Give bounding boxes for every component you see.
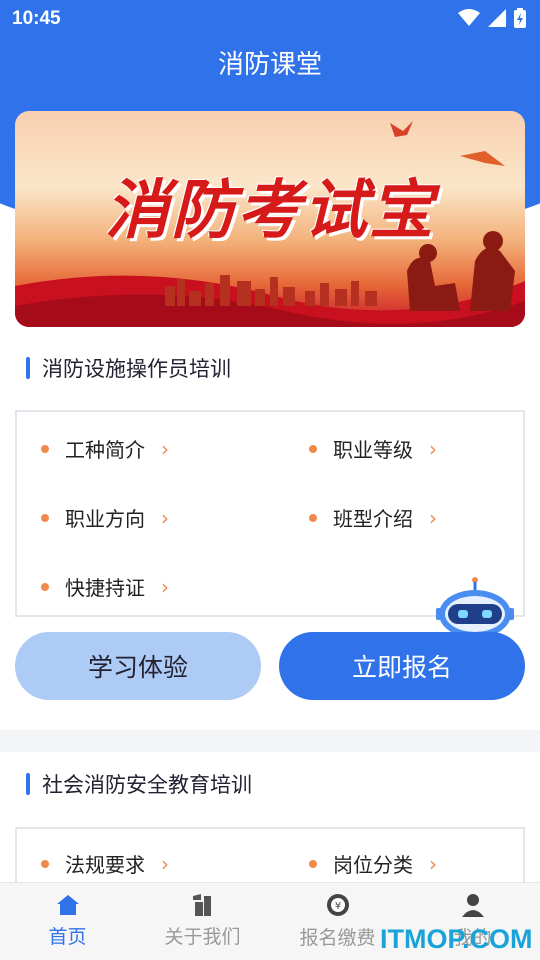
section-marker [26, 357, 30, 379]
status-icons [458, 8, 526, 28]
status-time: 10:45 [12, 8, 61, 29]
tab-about[interactable]: 关于我们 [135, 883, 270, 960]
page-title: 消防课堂 [217, 50, 322, 80]
tab-label: 关于我们 [164, 926, 241, 948]
list-item-class-types[interactable]: 班型介绍 › [309, 503, 437, 532]
chevron-right-icon: › [429, 505, 437, 530]
signup-now-button[interactable]: 立即报名 [279, 632, 525, 700]
list-item-career-direction[interactable]: 职业方向 › [41, 503, 169, 532]
watermark-logo: ITMOP.COM [380, 924, 533, 954]
section-marker [26, 773, 30, 795]
chevron-right-icon: › [429, 436, 437, 461]
chevron-right-icon: › [429, 851, 437, 876]
banner-image[interactable]: 消防考试宝 [15, 111, 525, 327]
chevron-right-icon: › [161, 505, 169, 530]
home-icon [56, 895, 79, 915]
bullet-dot [41, 513, 49, 522]
list-item-job-level[interactable]: 职业等级 › [309, 434, 437, 463]
item-label: 班型介绍 [333, 507, 413, 531]
section-title-text: 社会消防安全教育培训 [42, 773, 252, 797]
tab-home[interactable]: 首页 [0, 883, 135, 960]
bullet-dot [41, 444, 49, 453]
banner-title: 消防考试宝 [105, 173, 435, 248]
list-item-regulations[interactable]: 法规要求 › [41, 849, 169, 878]
section-title-operator-training: 消防设施操作员培训 [26, 354, 231, 382]
yuan-coin-icon: ¥ [326, 894, 349, 916]
building-icon [192, 894, 211, 916]
section-title-public-education: 社会消防安全教育培训 [26, 770, 252, 798]
tab-label: 报名缴费 [299, 927, 376, 949]
bullet-dot [41, 582, 49, 591]
bullet-dot [309, 444, 317, 453]
list-item-job-intro[interactable]: 工种简介 › [41, 434, 169, 463]
tab-label: 首页 [48, 926, 87, 948]
chevron-right-icon: › [161, 436, 169, 461]
item-label: 快捷持证 [65, 576, 145, 600]
bullet-dot [309, 859, 317, 868]
user-icon [461, 894, 484, 917]
wifi-icon [458, 9, 480, 26]
item-label: 工种简介 [65, 438, 145, 462]
svg-text:¥: ¥ [334, 901, 340, 912]
item-label: 职业等级 [333, 438, 413, 462]
app-root: 10:45 消防课堂 消防考试宝 消防设施操作员培训 工种简介 › 职业等级 ›… [0, 0, 540, 960]
item-label: 岗位分类 [333, 853, 413, 877]
bullet-dot [309, 513, 317, 522]
list-item-post-categories[interactable]: 岗位分类 › [309, 849, 437, 878]
bullet-dot [41, 859, 49, 868]
chevron-right-icon: › [161, 851, 169, 876]
battery-icon [514, 8, 526, 28]
section-divider [0, 730, 540, 752]
item-label: 法规要求 [65, 853, 145, 877]
robot-assistant-icon[interactable] [436, 576, 514, 640]
list-item-quick-certificate[interactable]: 快捷持证 › [41, 572, 169, 601]
chevron-right-icon: › [161, 574, 169, 599]
status-bar: 10:45 [0, 0, 540, 38]
learning-trial-button[interactable]: 学习体验 [15, 632, 261, 700]
section-title-text: 消防设施操作员培训 [42, 357, 231, 381]
signal-icon [488, 9, 506, 27]
item-label: 职业方向 [65, 507, 145, 531]
